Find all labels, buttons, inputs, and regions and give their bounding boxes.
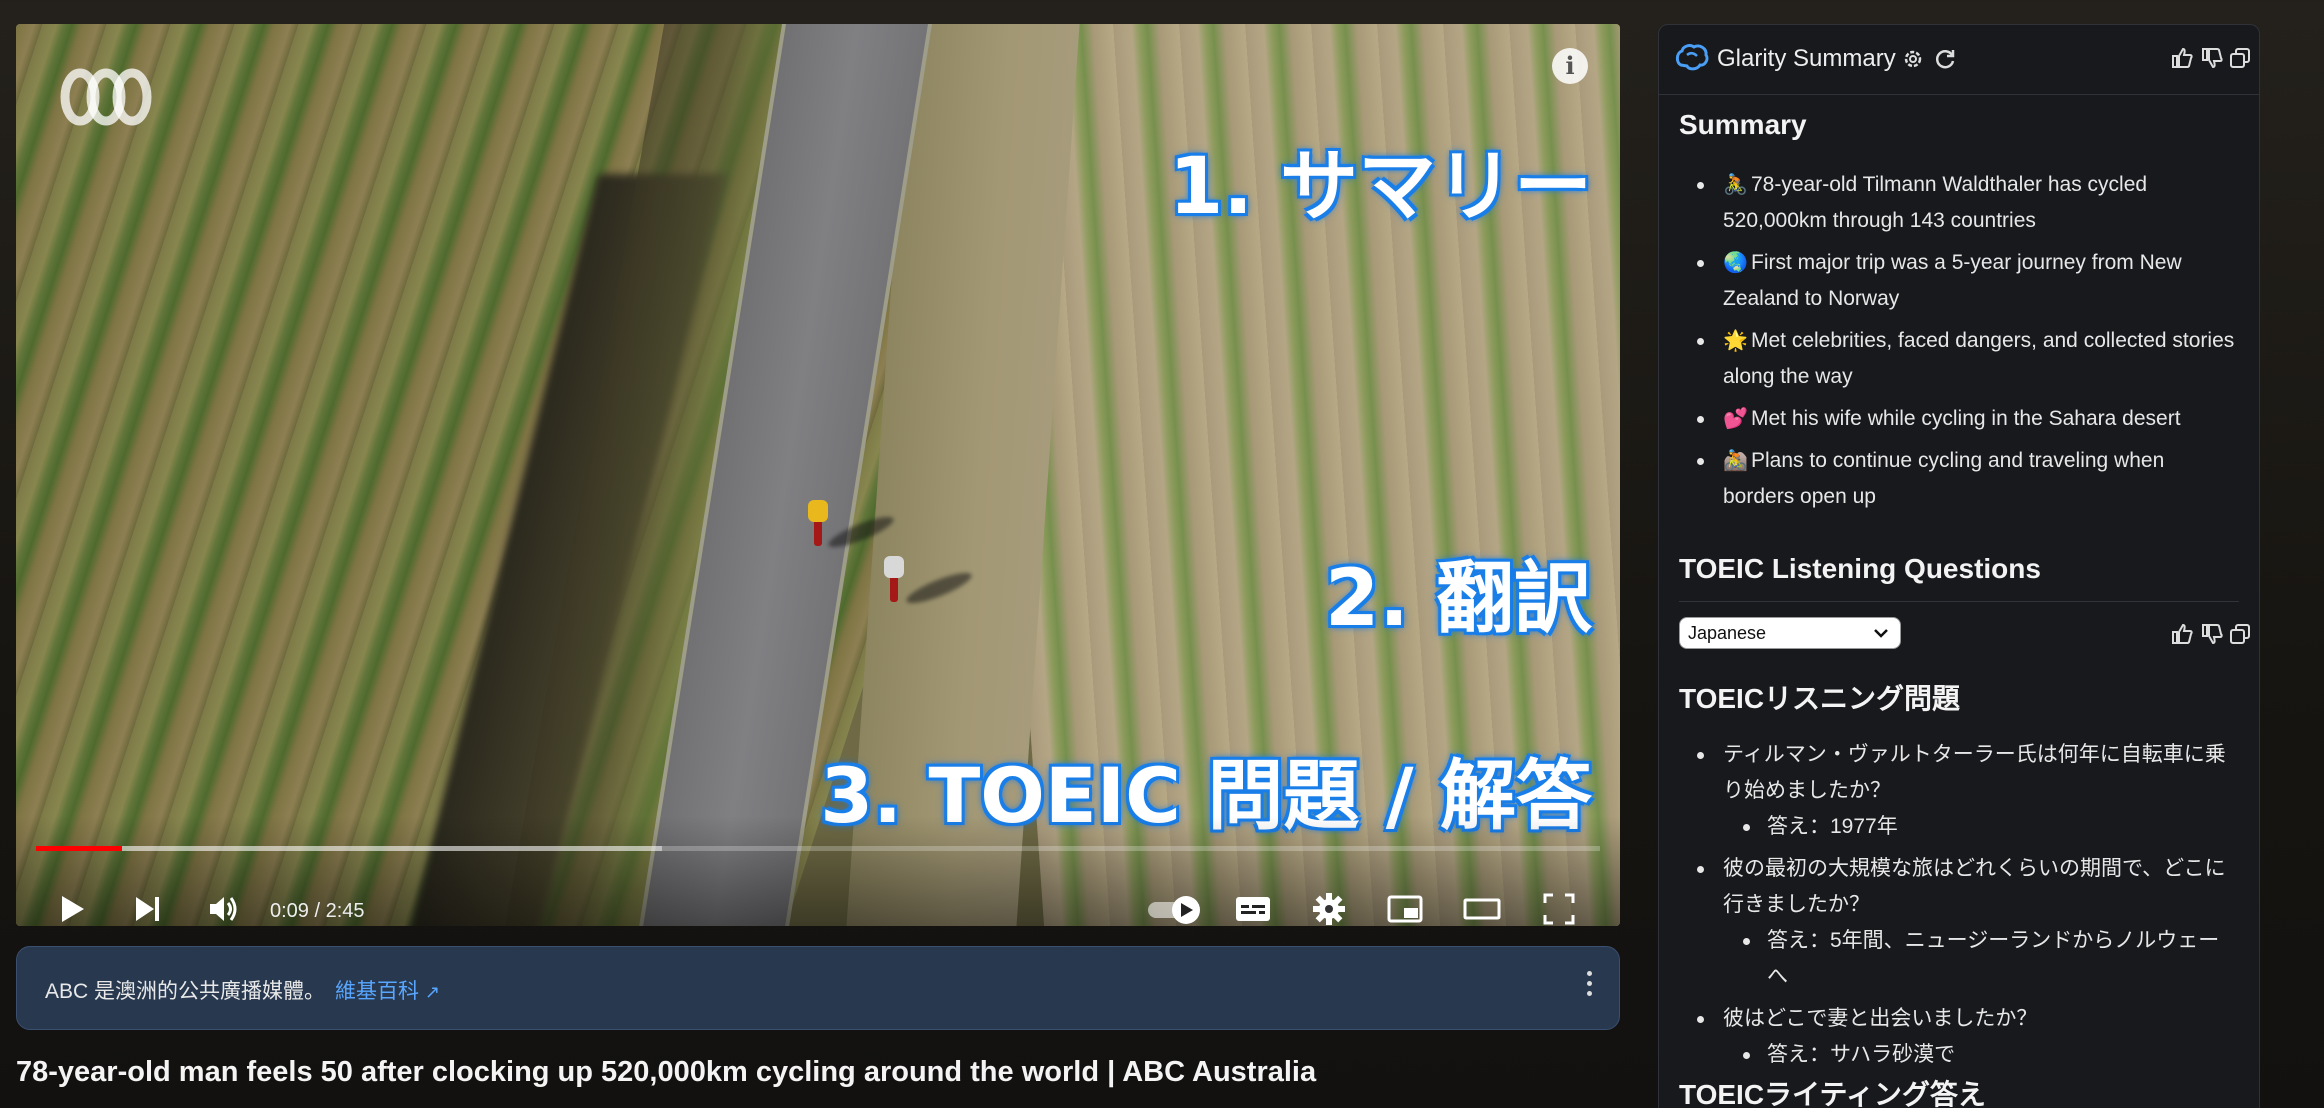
settings-gear-icon[interactable] (1901, 47, 1925, 71)
controls-gradient (16, 816, 1620, 926)
skip-next-icon (136, 897, 159, 921)
list-item: 💕 Met his wife while cycling in the Sahar… (1679, 401, 2239, 437)
jp-listening-heading: TOEICリスニング問題 (1679, 683, 1961, 714)
overlay-summary-label: 1. サマリー (1168, 142, 1592, 232)
list-item: ティルマン・ヴァルトターラー氏は何年に自転車に乗り始めましたか？ 答え：1977… (1679, 737, 2239, 845)
summary-heading: Summary (1679, 109, 1807, 140)
refresh-icon[interactable] (1933, 47, 1957, 71)
play-icon (62, 896, 84, 922)
mountain-biker-emoji-icon: 🚵 (1723, 450, 1748, 472)
wikipedia-link[interactable]: 維基百科 (335, 980, 419, 1003)
collapse-chevron-icon[interactable] (2259, 51, 2260, 67)
play-button[interactable] (54, 892, 88, 926)
context-info-row: ABC 是澳洲的公共廣播媒體。 維基百科 ↗ (45, 975, 440, 1005)
list-item: 彼はどこで妻と出会いましたか？ 答え：サハラ砂漠で (1679, 1001, 2239, 1073)
external-link-icon: ↗ (425, 982, 441, 1002)
globe-emoji-icon: 🌏 (1723, 252, 1748, 274)
fullscreen-icon (1543, 893, 1575, 925)
settings-button[interactable] (1312, 892, 1346, 926)
question-text: 彼はどこで妻と出会いましたか？ (1723, 1007, 2038, 1030)
summary-item-text: 78-year-old Tilmann Waldthaler has cycle… (1723, 173, 2148, 232)
writing-heading: TOEICライティング答え (1679, 1079, 1986, 1108)
answer-text: 答え：5年間、ニュージーランドからノルウェーへ (1723, 923, 2239, 995)
toeic-heading: TOEIC Listening Questions (1679, 553, 2041, 584)
language-select-value: Japanese (1688, 623, 1767, 643)
overlay-translation-label: 2. 翻訳 (1324, 554, 1592, 644)
more-options-icon[interactable] (1585, 971, 1595, 1001)
gear-icon (1313, 893, 1345, 925)
volume-icon (210, 897, 237, 921)
summary-list: 🚴 78-year-old Tilmann Waldthaler has cycl… (1679, 167, 2239, 521)
glarity-brain-icon (1675, 44, 1709, 71)
panel-brand-name: Glarity Summary (1717, 45, 1896, 72)
list-item: 🚵 Plans to continue cycling and traveling… (1679, 443, 2239, 515)
glarity-panel: Glarity Summary Summary 🚴 78-year-old Til… (1658, 24, 2260, 1108)
hearts-emoji-icon: 💕 (1723, 408, 1748, 430)
time-display: 0:09 / 2:45 (270, 900, 365, 922)
video-title: 78-year-old man feels 50 after clocking … (16, 1056, 1317, 1088)
copy-icon[interactable] (2229, 47, 2251, 69)
context-info-text: ABC 是澳洲的公共廣播媒體。 (45, 980, 326, 1003)
fullscreen-button[interactable] (1542, 892, 1576, 926)
answer-text: 答え：サハラ砂漠で (1723, 1037, 2239, 1073)
list-item: 🚴 78-year-old Tilmann Waldthaler has cycl… (1679, 167, 2239, 239)
chevron-down-icon (1874, 629, 1888, 638)
info-icon[interactable]: i (1552, 48, 1588, 84)
volume-button[interactable] (206, 892, 240, 926)
cyclist-emoji-icon: 🚴 (1723, 174, 1748, 196)
list-item: 🌏 First major trip was a 5-year journey f… (1679, 245, 2239, 317)
theater-mode-button[interactable] (1462, 892, 1502, 926)
language-select[interactable]: Japanese (1679, 617, 1901, 649)
theater-icon (1463, 898, 1501, 920)
list-item: 🌟 Met celebrities, faced dangers, and col… (1679, 323, 2239, 395)
star-emoji-icon: 🌟 (1723, 330, 1748, 352)
summary-item-text: Met his wife while cycling in the Sahara… (1751, 407, 2181, 430)
summary-item-text: Plans to continue cycling and traveling … (1723, 449, 2165, 508)
question-text: ティルマン・ヴァルトターラー氏は何年に自転車に乗り始めましたか？ (1723, 743, 2226, 802)
question-text: 彼の最初の大規模な旅はどれくらいの期間で、どこに行きましたか？ (1723, 857, 2226, 916)
miniplayer-icon (1387, 895, 1423, 923)
autoplay-toggle[interactable] (1146, 894, 1204, 926)
autoplay-toggle-icon (1148, 896, 1200, 924)
subtitles-icon (1236, 897, 1270, 921)
progress-buffered (36, 846, 662, 851)
question-list: ティルマン・ヴァルトターラー氏は何年に自転車に乗り始めましたか？ 答え：1977… (1679, 737, 2239, 1079)
list-item: 彼の最初の大規模な旅はどれくらいの期間で、どこに行きましたか？ 答え：5年間、ニ… (1679, 851, 2239, 995)
next-button[interactable] (130, 892, 164, 926)
panel-header: Glarity Summary (1659, 25, 2259, 95)
progress-bar[interactable] (36, 846, 1600, 851)
thumbs-down-icon[interactable] (2201, 47, 2223, 69)
section-divider (1679, 601, 2239, 602)
subtitles-button[interactable] (1234, 892, 1272, 926)
collapse-chevron-icon[interactable] (2259, 627, 2260, 643)
thumbs-up-icon[interactable] (2171, 47, 2193, 69)
progress-played (36, 846, 123, 851)
thumbs-up-icon[interactable] (2171, 623, 2193, 645)
answer-text: 答え：1977年 (1723, 809, 2239, 845)
thumbs-down-icon[interactable] (2201, 623, 2223, 645)
copy-icon[interactable] (2229, 623, 2251, 645)
summary-item-text: First major trip was a 5-year journey fr… (1723, 251, 2182, 310)
abc-logo-icon (60, 68, 152, 126)
summary-item-text: Met celebrities, faced dangers, and coll… (1723, 329, 2235, 388)
context-info-bar: ABC 是澳洲的公共廣播媒體。 維基百科 ↗ (16, 946, 1620, 1030)
video-player[interactable]: i 1. サマリー 2. 翻訳 3. TOEIC 問題 / 解答 0:09 / … (16, 24, 1620, 926)
miniplayer-button[interactable] (1386, 892, 1424, 926)
